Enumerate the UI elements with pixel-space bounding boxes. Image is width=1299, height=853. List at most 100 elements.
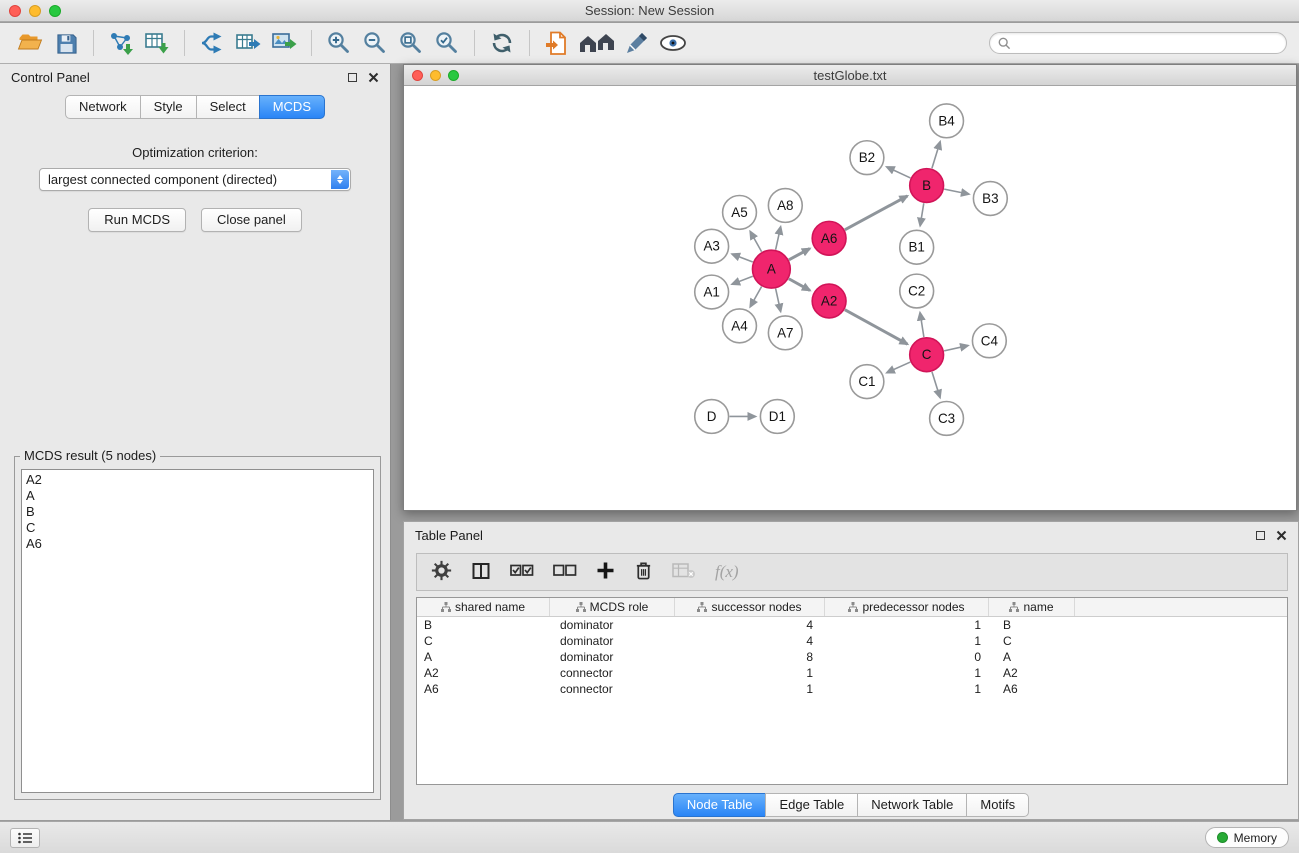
node-C3[interactable]: C3 [930, 402, 964, 436]
tab-network[interactable]: Network [65, 95, 141, 119]
edge-A-A7[interactable] [776, 289, 781, 312]
edge-B-B2[interactable] [887, 167, 911, 178]
search-field[interactable] [989, 32, 1287, 54]
deselect-all-icon[interactable] [553, 563, 577, 581]
node-D1[interactable]: D1 [760, 400, 794, 434]
node-A1[interactable]: A1 [695, 275, 729, 309]
close-window-button[interactable] [9, 5, 21, 17]
edge-A6-B[interactable] [845, 196, 908, 230]
node-B[interactable]: B [910, 169, 944, 203]
edge-B-B3[interactable] [944, 189, 969, 194]
optimization-criterion-dropdown[interactable]: largest connected component (directed) [39, 168, 351, 191]
close-panel-icon[interactable] [368, 72, 379, 83]
node-A3[interactable]: A3 [695, 229, 729, 263]
show-columns-icon[interactable] [471, 561, 491, 584]
export-network-icon[interactable] [194, 27, 230, 59]
network-canvas[interactable]: B4 B2 B B3 A8 A5 A6 A3 B1 A A1 C2 A2 A4 A7 C4 C C1 D D1 C3 [404, 87, 1296, 510]
edge-A-A1[interactable] [732, 276, 753, 284]
edge-B-B1[interactable] [920, 203, 924, 225]
zoom-window-button[interactable] [49, 5, 61, 17]
zoom-selected-icon[interactable] [429, 27, 465, 59]
task-history-button[interactable] [10, 828, 40, 848]
table-row[interactable]: A6connector11A6 [417, 681, 1287, 697]
add-row-icon[interactable] [596, 561, 615, 583]
zoom-in-icon[interactable] [321, 27, 357, 59]
run-mcds-button[interactable]: Run MCDS [88, 208, 186, 232]
export-image-icon[interactable] [266, 27, 302, 59]
network-minimize-button[interactable] [430, 70, 441, 81]
column-header-name[interactable]: name [989, 598, 1075, 616]
open-session-icon[interactable] [12, 27, 48, 59]
node-A2[interactable]: A2 [812, 284, 846, 318]
tab-node-table[interactable]: Node Table [673, 793, 767, 817]
delete-row-icon[interactable] [634, 560, 653, 584]
zoom-out-icon[interactable] [357, 27, 393, 59]
result-item[interactable]: C [26, 520, 369, 536]
result-item[interactable]: B [26, 504, 369, 520]
node-B3[interactable]: B3 [973, 182, 1007, 216]
node-C2[interactable]: C2 [900, 274, 934, 308]
network-zoom-button[interactable] [448, 70, 459, 81]
column-header-shared-name[interactable]: shared name [417, 598, 550, 616]
table-settings-gear-icon[interactable] [431, 560, 452, 584]
node-A8[interactable]: A8 [768, 189, 802, 223]
open-recent-file-icon[interactable] [539, 27, 575, 59]
node-A7[interactable]: A7 [768, 316, 802, 350]
node-C1[interactable]: C1 [850, 365, 884, 399]
table-row[interactable]: Bdominator41B [417, 617, 1287, 633]
node-C4[interactable]: C4 [972, 324, 1006, 358]
node-A[interactable]: A [752, 250, 790, 288]
tab-style[interactable]: Style [140, 95, 197, 119]
edge-C-C3[interactable] [932, 372, 940, 398]
tab-motifs[interactable]: Motifs [966, 793, 1029, 817]
table-row[interactable]: A2connector11A2 [417, 665, 1287, 681]
select-all-icon[interactable] [510, 563, 534, 581]
edge-B-B4[interactable] [932, 142, 940, 169]
column-header-successor-nodes[interactable]: successor nodes [675, 598, 825, 616]
table-row[interactable]: Adominator80A [417, 649, 1287, 665]
tab-mcds[interactable]: MCDS [259, 95, 325, 119]
close-table-panel-icon[interactable] [1276, 530, 1287, 541]
edge-A-A8[interactable] [776, 227, 781, 250]
tab-edge-table[interactable]: Edge Table [765, 793, 858, 817]
save-session-icon[interactable] [48, 27, 84, 59]
node-A4[interactable]: A4 [723, 309, 757, 343]
column-header-predecessor-nodes[interactable]: predecessor nodes [825, 598, 989, 616]
edge-A2-C[interactable] [845, 310, 908, 345]
node-B4[interactable]: B4 [930, 104, 964, 138]
close-panel-button[interactable]: Close panel [201, 208, 302, 232]
table-row[interactable]: Cdominator41C [417, 633, 1287, 649]
column-header-MCDS-role[interactable]: MCDS role [550, 598, 675, 616]
edge-A-A5[interactable] [750, 232, 761, 252]
tab-network-table[interactable]: Network Table [857, 793, 967, 817]
mcds-result-list[interactable]: A2ABCA6 [21, 469, 374, 793]
edge-A-A2[interactable] [789, 279, 810, 291]
node-A5[interactable]: A5 [723, 195, 757, 229]
edge-A-A6[interactable] [789, 249, 810, 260]
node-B1[interactable]: B1 [900, 230, 934, 264]
import-table-icon[interactable] [139, 27, 175, 59]
result-item[interactable]: A [26, 488, 369, 504]
network-close-button[interactable] [412, 70, 423, 81]
tab-select[interactable]: Select [196, 95, 260, 119]
node-A6[interactable]: A6 [812, 221, 846, 255]
search-input[interactable] [1016, 35, 1278, 51]
zoom-fit-icon[interactable] [393, 27, 429, 59]
edge-A-A3[interactable] [732, 254, 753, 262]
node-D[interactable]: D [695, 400, 729, 434]
apply-style-icon[interactable] [619, 27, 655, 59]
home-icon[interactable] [575, 27, 619, 59]
node-B2[interactable]: B2 [850, 141, 884, 175]
result-item[interactable]: A6 [26, 536, 369, 552]
export-table-icon[interactable] [230, 27, 266, 59]
edge-C-C1[interactable] [887, 362, 910, 373]
show-hide-icon[interactable] [655, 27, 691, 59]
memory-button[interactable]: Memory [1205, 827, 1289, 848]
result-item[interactable]: A2 [26, 472, 369, 488]
edge-A-A4[interactable] [750, 286, 761, 306]
edge-C-C4[interactable] [944, 346, 968, 351]
float-table-panel-icon[interactable] [1256, 531, 1265, 540]
refresh-layout-icon[interactable] [484, 27, 520, 59]
node-C[interactable]: C [910, 338, 944, 372]
float-panel-icon[interactable] [348, 73, 357, 82]
